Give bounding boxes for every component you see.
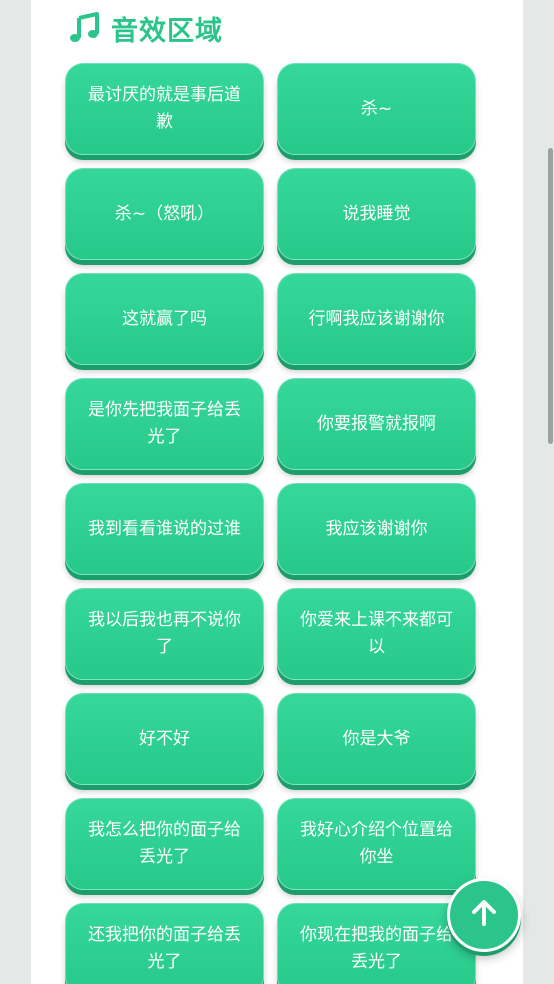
section-title: 音效区域 bbox=[111, 15, 223, 47]
sound-button[interactable]: 我怎么把你的面子给丢光了 bbox=[65, 798, 264, 890]
sound-button[interactable]: 我以后我也再不说你了 bbox=[65, 588, 264, 680]
sound-button[interactable]: 说我睡觉 bbox=[277, 168, 476, 260]
sound-button[interactable]: 杀~ bbox=[277, 63, 476, 155]
music-note-icon bbox=[69, 12, 101, 44]
sound-button[interactable]: 是你先把我面子给丢光了 bbox=[65, 378, 264, 470]
sound-button[interactable]: 你是大爷 bbox=[277, 693, 476, 785]
back-to-top-button[interactable] bbox=[447, 878, 521, 952]
page-container: 音效区域 最讨厌的就是事后道歉 杀~ 杀~（怒吼） 说我睡觉 这就赢了吗 行啊我… bbox=[31, 0, 523, 984]
sound-button[interactable]: 好不好 bbox=[65, 693, 264, 785]
sound-button[interactable]: 我好心介绍个位置给你坐 bbox=[277, 798, 476, 890]
sound-button-grid: 最讨厌的就是事后道歉 杀~ 杀~（怒吼） 说我睡觉 这就赢了吗 行啊我应该谢谢你… bbox=[65, 63, 477, 984]
section-header: 音效区域 bbox=[69, 8, 223, 48]
sound-button[interactable]: 这就赢了吗 bbox=[65, 273, 264, 365]
sound-button[interactable]: 你要报警就报啊 bbox=[277, 378, 476, 470]
sound-button[interactable]: 最讨厌的就是事后道歉 bbox=[65, 63, 264, 155]
sound-button[interactable]: 杀~（怒吼） bbox=[65, 168, 264, 260]
sound-button[interactable]: 还我把你的面子给丢光了 bbox=[65, 903, 264, 984]
sound-button[interactable]: 我应该谢谢你 bbox=[277, 483, 476, 575]
arrow-up-icon bbox=[468, 897, 500, 933]
sound-button[interactable]: 你爱来上课不来都可以 bbox=[277, 588, 476, 680]
sound-button[interactable]: 行啊我应该谢谢你 bbox=[277, 273, 476, 365]
scrollbar-thumb[interactable] bbox=[548, 148, 553, 444]
sound-button[interactable]: 我到看看谁说的过谁 bbox=[65, 483, 264, 575]
